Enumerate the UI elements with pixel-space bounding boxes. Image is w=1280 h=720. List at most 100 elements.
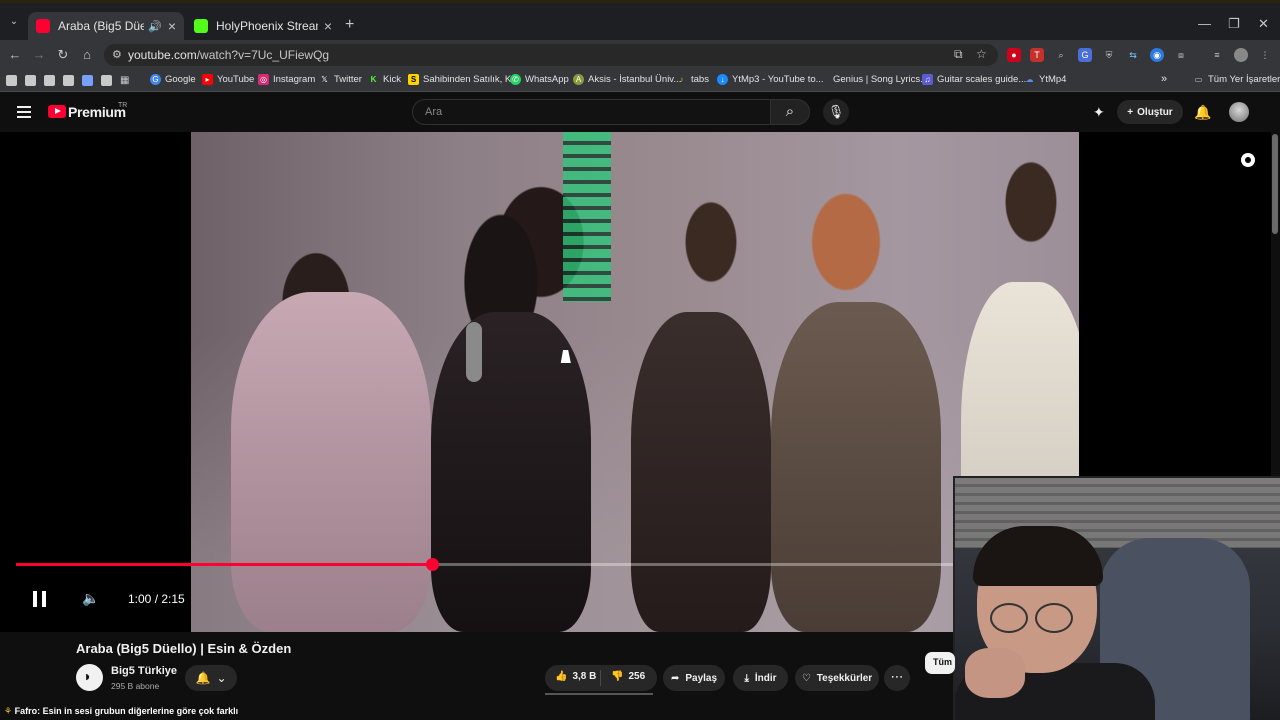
bookmark-sahibinden[interactable]: S Sahibinden Satılık, K...	[408, 74, 519, 85]
browser-tab-strip: ⌄ Araba (Big5 Düello) | Esin & Özden 🔊 ×…	[0, 0, 1280, 40]
restore-icon[interactable]: ❐	[1228, 16, 1240, 32]
glasses-right	[1035, 603, 1073, 633]
new-tab-plus-icon[interactable]: +	[345, 16, 354, 34]
site-info-icon[interactable]: ⚙	[112, 48, 122, 61]
bookmark-twitter[interactable]: 𝕏 Twitter	[319, 74, 362, 85]
tab-youtube-video[interactable]: Araba (Big5 Düello) | Esin & Özden 🔊 ×	[28, 12, 184, 40]
folder-icon: ▭	[1194, 75, 1203, 84]
thanks-button[interactable]: ♡ Teşekkürler	[795, 665, 879, 691]
search-icon[interactable]: ⌕	[770, 99, 810, 125]
cast-icon[interactable]: ⧉	[954, 47, 963, 62]
media-control-icon[interactable]: ≡	[1210, 48, 1224, 62]
youtube-logo-icon[interactable]	[48, 105, 66, 118]
share-button[interactable]: ➦ Paylaş	[663, 665, 725, 691]
extension-red-icon[interactable]: T	[1030, 48, 1044, 62]
volume-icon[interactable]: 🔈	[82, 590, 99, 607]
bell-icon: 🔔	[195, 671, 211, 685]
bookmark-youtube[interactable]: ▸ YouTube	[202, 74, 254, 85]
bookmark-app-icon[interactable]	[44, 75, 55, 86]
extension-blue-icon[interactable]: ◉	[1150, 48, 1164, 62]
bookmark-instagram[interactable]: ◎ Instagram	[258, 74, 315, 85]
chip-all[interactable]: Tüm	[925, 652, 955, 674]
performer-center	[631, 312, 771, 632]
profile-avatar-icon[interactable]	[1234, 48, 1248, 62]
create-label: Oluştur	[1137, 106, 1173, 118]
bookmark-ytmp3[interactable]: ↓ YtMp3 - YouTube to...	[717, 74, 824, 85]
address-bar[interactable]: ⚙ youtube.com/watch?v=7Uc_UFiewQg ⧉ ☆	[104, 44, 998, 66]
minimize-icon[interactable]: —	[1198, 16, 1211, 31]
thumbs-up-icon: 👍	[555, 671, 568, 682]
video-title: Araba (Big5 Düello) | Esin & Özden	[76, 641, 292, 656]
channel-name[interactable]: Big5 Türkiye	[111, 665, 177, 677]
all-bookmarks[interactable]: ▭ Tüm Yer İşaretleri	[1193, 74, 1280, 85]
download-label: İndir	[754, 672, 777, 684]
close-tab-icon[interactable]: ×	[324, 18, 332, 34]
bookmark-kick[interactable]: K Kick	[368, 74, 401, 85]
bookmark-app-icon[interactable]	[82, 75, 93, 86]
bookmark-app-icon[interactable]	[6, 75, 17, 86]
progress-scrubber[interactable]	[426, 558, 440, 571]
bookmark-tabs[interactable]: ♪ tabs	[676, 74, 709, 85]
pause-icon[interactable]	[33, 591, 47, 607]
video-overlay-icon[interactable]	[1241, 153, 1255, 167]
speaker-icon[interactable]: 🔊	[148, 20, 162, 33]
microphone-icon[interactable]: 🎙	[823, 99, 849, 125]
notifications-bell-icon[interactable]: 🔔	[1194, 104, 1211, 121]
forward-arrow-icon[interactable]: →	[30, 46, 48, 64]
plus-icon: +	[1127, 106, 1134, 118]
back-arrow-icon[interactable]: ←	[6, 46, 24, 64]
close-tab-icon[interactable]: ×	[168, 18, 176, 34]
bookmark-ytmp4[interactable]: ☁ YtMp4	[1024, 74, 1067, 85]
performer-left	[231, 292, 431, 632]
ytmp3-icon: ↓	[717, 74, 728, 85]
bookmark-whatsapp[interactable]: ✆ WhatsApp	[510, 74, 569, 85]
create-button[interactable]: + Oluştur	[1117, 100, 1183, 124]
guitar-icon: ♫	[922, 74, 933, 85]
translate-extension-icon[interactable]: G	[1078, 48, 1092, 62]
thanks-label: Teşekkürler	[816, 672, 873, 684]
tab-search-chevron-icon[interactable]: ⌄	[6, 14, 22, 30]
adblock-extension-icon[interactable]: ●	[1007, 48, 1021, 62]
bookmark-genius[interactable]: Genius | Song Lyrics...	[833, 74, 928, 85]
hamburger-menu-icon[interactable]	[17, 106, 31, 118]
google-icon: G	[150, 74, 161, 85]
progress-played	[16, 563, 433, 566]
extension-arrows-icon[interactable]: ⇆	[1126, 48, 1140, 62]
chevron-down-icon: ⌄	[216, 671, 227, 685]
bookmarks-overflow-icon[interactable]: »	[1161, 73, 1167, 85]
like-ratio-bar	[545, 693, 653, 695]
bookmark-star-icon[interactable]: ☆	[976, 47, 987, 61]
dislike-button[interactable]: 👎 256	[611, 671, 645, 682]
bookmark-google[interactable]: G Google	[150, 74, 196, 85]
tab-kick-stream[interactable]: HolyPhoenix Stream - Watch Live ×	[186, 12, 340, 40]
microphone	[466, 322, 482, 382]
video-progress-bar[interactable]	[16, 558, 953, 571]
more-actions-icon[interactable]: ⋯	[884, 665, 910, 691]
bookmark-app-icon[interactable]	[63, 75, 74, 86]
account-avatar[interactable]	[1229, 102, 1249, 122]
like-divider	[600, 670, 601, 686]
channel-avatar[interactable]	[76, 664, 103, 691]
bookmark-aksis[interactable]: A Aksis - İstanbul Üniv...	[573, 74, 681, 85]
bookmark-app-icon[interactable]	[25, 75, 36, 86]
instagram-icon: ◎	[258, 74, 269, 85]
close-window-icon[interactable]: ✕	[1258, 16, 1269, 32]
video-frame[interactable]	[191, 132, 1079, 632]
streamer-hand	[965, 648, 1025, 698]
bookmark-guitar[interactable]: ♫ Guitar scales guide...	[922, 74, 1026, 85]
share-label: Paylaş	[685, 672, 718, 684]
search-input[interactable]: Ara	[412, 99, 771, 125]
apps-grid-icon[interactable]: ▦	[120, 75, 131, 86]
reload-icon[interactable]: ↻	[54, 46, 72, 64]
ai-sparkle-icon[interactable]: ✦	[1093, 104, 1105, 121]
like-button[interactable]: 👍 3,8 B	[555, 671, 596, 682]
bookmark-app-icon[interactable]	[101, 75, 112, 86]
scrollbar-thumb[interactable]	[1272, 134, 1278, 234]
subscription-bell-button[interactable]: 🔔 ⌄	[185, 665, 237, 691]
browser-menu-icon[interactable]: ⋮	[1258, 48, 1272, 62]
extension-search-icon[interactable]: ⌕	[1054, 48, 1068, 62]
download-button[interactable]: ⤓ İndir	[733, 665, 788, 691]
extensions-puzzle-icon[interactable]: ⧈	[1174, 48, 1188, 62]
home-icon[interactable]: ⌂	[78, 46, 96, 64]
shield-extension-icon[interactable]: ⛨	[1102, 48, 1116, 62]
